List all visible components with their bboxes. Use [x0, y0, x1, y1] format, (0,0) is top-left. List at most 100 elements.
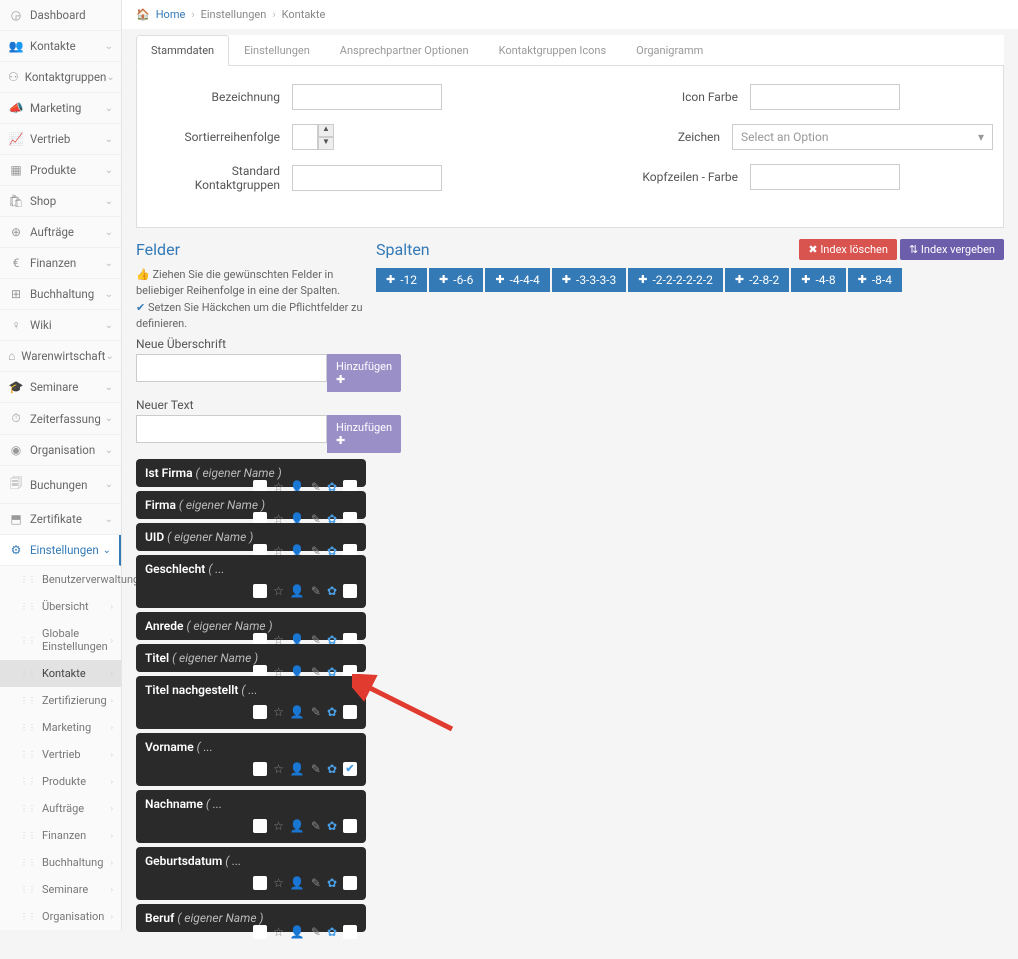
subnav-benutzerverwaltung[interactable]: ⋮⋮Benutzerverwaltung›: [0, 566, 121, 593]
column-chip[interactable]: ✚-6-6: [429, 268, 483, 292]
subnav-globale-einstellungen[interactable]: ⋮⋮Globale Einstellungen›: [0, 620, 121, 660]
field-card[interactable]: Nachname ( ...☆👤✎✿: [136, 790, 366, 843]
pencil-icon[interactable]: ✎: [311, 762, 321, 776]
nav-wiki[interactable]: ♀Wiki⌄: [0, 310, 121, 341]
column-chip[interactable]: ✚-3-3-3-3: [552, 268, 626, 292]
nav-produkte[interactable]: ▦Produkte⌄: [0, 155, 121, 186]
subnav-übersicht[interactable]: ⋮⋮Übersicht›: [0, 593, 121, 620]
gear-icon[interactable]: ✿: [327, 762, 337, 776]
field-card[interactable]: Geburtsdatum ( ...☆👤✎✿: [136, 847, 366, 900]
subnav-produkte[interactable]: ⋮⋮Produkte›: [0, 768, 121, 795]
subnav-aufträge[interactable]: ⋮⋮Aufträge›: [0, 795, 121, 822]
field-card[interactable]: Titel ( eigener Name )☆👤✎✿: [136, 644, 366, 672]
btn-index-loschen[interactable]: ✖ Index löschen: [799, 239, 897, 260]
nav-vertrieb[interactable]: 📈Vertrieb⌄: [0, 124, 121, 155]
btn-index-vergeben[interactable]: ⇅ Index vergeben: [900, 239, 1004, 260]
nav-zeiterfassung[interactable]: ⏱Zeiterfassung⌄: [0, 403, 121, 435]
field-card[interactable]: Beruf ( eigener Name )☆👤✎✿: [136, 904, 366, 932]
nav-shop[interactable]: 🛍Shop⌄: [0, 186, 121, 217]
input-neue-uberschrift[interactable]: [136, 354, 327, 382]
input-bezeichnung[interactable]: [292, 84, 442, 110]
tab-organigramm[interactable]: Organigramm: [621, 35, 718, 66]
nav-buchungen[interactable]: 🗐Buchungen⌄: [0, 466, 121, 504]
star-icon[interactable]: ☆: [273, 584, 284, 598]
field-card[interactable]: Anrede ( eigener Name )☆👤✎✿: [136, 612, 366, 640]
nav-kontakte[interactable]: 👥Kontakte⌄: [0, 31, 121, 62]
field-card[interactable]: Vorname ( ...☆👤✎✿✔: [136, 733, 366, 786]
field-checkbox[interactable]: [253, 876, 267, 890]
input-sortier[interactable]: [292, 124, 318, 150]
user-icon[interactable]: 👤: [290, 584, 305, 598]
input-standard[interactable]: [292, 165, 442, 191]
nav-buchhaltung[interactable]: ⊞Buchhaltung⌄: [0, 279, 121, 310]
pencil-icon[interactable]: ✎: [311, 925, 321, 939]
field-card[interactable]: UID ( eigener Name )☆👤✎✿: [136, 523, 366, 551]
nav-marketing[interactable]: 📣Marketing⌄: [0, 93, 121, 124]
star-icon[interactable]: ☆: [273, 876, 284, 890]
tab-einstellungen[interactable]: Einstellungen: [229, 35, 325, 66]
star-icon[interactable]: ☆: [273, 705, 284, 719]
field-card[interactable]: Geschlecht ( ...☆👤✎✿: [136, 555, 366, 608]
nav-seminare[interactable]: 🎓Seminare⌄: [0, 372, 121, 403]
nav-organisation[interactable]: ◉Organisation⌄: [0, 435, 121, 466]
nav-einstellungen[interactable]: ⚙Einstellungen⌄: [0, 535, 121, 566]
select-zeichen[interactable]: Select an Option ▾: [732, 124, 993, 150]
subnav-vertrieb[interactable]: ⋮⋮Vertrieb›: [0, 741, 121, 768]
subnav-kontakte[interactable]: ⋮⋮Kontakte›: [0, 660, 121, 687]
nav-aufträge[interactable]: ⊕Aufträge⌄: [0, 217, 121, 248]
gear-icon[interactable]: ✿: [327, 705, 337, 719]
column-chip[interactable]: ✚-12: [376, 268, 427, 292]
user-icon[interactable]: 👤: [290, 925, 305, 939]
subnav-buchhaltung[interactable]: ⋮⋮Buchhaltung›: [0, 849, 121, 876]
field-required-checkbox[interactable]: [343, 705, 357, 719]
gear-icon[interactable]: ✿: [327, 876, 337, 890]
user-icon[interactable]: 👤: [290, 876, 305, 890]
column-chip[interactable]: ✚-4-8: [791, 268, 845, 292]
nav-finanzen[interactable]: €Finanzen⌄: [0, 248, 121, 279]
user-icon[interactable]: 👤: [290, 705, 305, 719]
input-neuer-text[interactable]: [136, 415, 327, 443]
gear-icon[interactable]: ✿: [327, 925, 337, 939]
gear-icon[interactable]: ✿: [327, 584, 337, 598]
pencil-icon[interactable]: ✎: [311, 705, 321, 719]
star-icon[interactable]: ☆: [273, 925, 284, 939]
column-chip[interactable]: ✚-4-4-4: [485, 268, 549, 292]
nav-warenwirtschaft[interactable]: ⌂Warenwirtschaft⌄: [0, 341, 121, 372]
tab-kontaktgruppen-icons[interactable]: Kontaktgruppen Icons: [484, 35, 622, 66]
field-checkbox[interactable]: [253, 819, 267, 833]
tab-stammdaten[interactable]: Stammdaten: [136, 35, 229, 66]
field-checkbox[interactable]: [253, 584, 267, 598]
stepper-down[interactable]: ▼: [318, 137, 334, 150]
field-required-checkbox[interactable]: [343, 584, 357, 598]
pencil-icon[interactable]: ✎: [311, 819, 321, 833]
field-required-checkbox[interactable]: [343, 876, 357, 890]
tab-ansprechpartner-optionen[interactable]: Ansprechpartner Optionen: [325, 35, 484, 66]
field-checkbox[interactable]: [253, 925, 267, 939]
field-required-checkbox[interactable]: ✔: [343, 762, 357, 776]
field-required-checkbox[interactable]: [343, 925, 357, 939]
pencil-icon[interactable]: ✎: [311, 876, 321, 890]
subnav-zertifizierung[interactable]: ⋮⋮Zertifizierung›: [0, 687, 121, 714]
input-iconfarbe[interactable]: [750, 84, 900, 110]
nav-kontaktgruppen[interactable]: ⚇Kontaktgruppen⌄: [0, 62, 121, 93]
nav-dashboard[interactable]: ◶Dashboard: [0, 0, 121, 31]
field-required-checkbox[interactable]: [343, 819, 357, 833]
star-icon[interactable]: ☆: [273, 762, 284, 776]
field-card[interactable]: Ist Firma ( eigener Name )☆👤✎✿: [136, 459, 366, 487]
column-chip[interactable]: ✚-2-2-2-2-2-2: [628, 268, 723, 292]
column-chip[interactable]: ✚-8-4: [848, 268, 902, 292]
stepper-up[interactable]: ▲: [318, 124, 334, 137]
column-chip[interactable]: ✚-2-8-2: [725, 268, 789, 292]
field-card[interactable]: Firma ( eigener Name )☆👤✎✿: [136, 491, 366, 519]
star-icon[interactable]: ☆: [273, 819, 284, 833]
nav-zertifikate[interactable]: ⬒Zertifikate⌄: [0, 504, 121, 535]
subnav-organisation[interactable]: ⋮⋮Organisation›: [0, 903, 121, 930]
subnav-seminare[interactable]: ⋮⋮Seminare›: [0, 876, 121, 903]
field-checkbox[interactable]: [253, 762, 267, 776]
user-icon[interactable]: 👤: [290, 819, 305, 833]
subnav-finanzen[interactable]: ⋮⋮Finanzen›: [0, 822, 121, 849]
user-icon[interactable]: 👤: [290, 762, 305, 776]
input-kopf[interactable]: [750, 164, 900, 190]
field-checkbox[interactable]: [253, 705, 267, 719]
crumb-home[interactable]: Home: [156, 8, 186, 21]
